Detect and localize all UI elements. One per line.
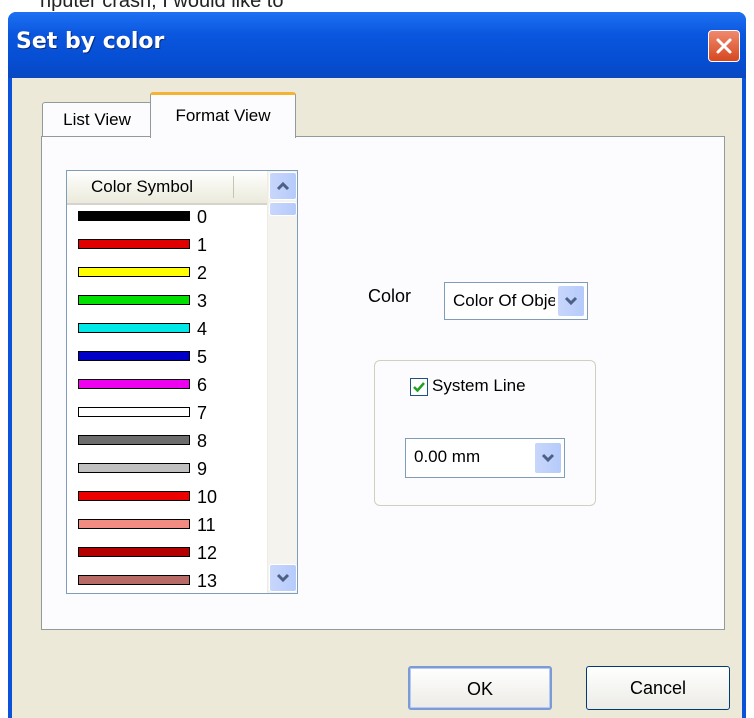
- list-item[interactable]: 13: [67, 569, 267, 593]
- color-index-label: 9: [197, 459, 208, 479]
- color-swatch: [78, 519, 190, 529]
- list-item[interactable]: 10: [67, 485, 267, 513]
- system-line-checkbox[interactable]: [410, 378, 428, 396]
- cancel-button[interactable]: Cancel: [586, 666, 730, 710]
- color-index-label: 1: [197, 235, 208, 255]
- line-width-value: 0.00 mm: [414, 447, 481, 466]
- list-item[interactable]: 12: [67, 541, 267, 569]
- color-dropdown-arrow[interactable]: [557, 285, 585, 317]
- color-index-label: 2: [197, 263, 208, 283]
- close-button[interactable]: [708, 30, 740, 62]
- color-index-label: 0: [197, 207, 208, 227]
- color-swatch: [78, 211, 190, 221]
- column-divider[interactable]: [233, 176, 234, 198]
- color-swatch: [78, 295, 190, 305]
- chevron-down-icon: [541, 453, 555, 463]
- color-index-label: 5: [197, 347, 208, 367]
- scroll-down-button[interactable]: [269, 564, 297, 592]
- color-swatch: [78, 323, 190, 333]
- chevron-up-icon: [276, 181, 290, 191]
- checkmark-icon: [413, 382, 425, 393]
- color-index-label: 8: [197, 431, 208, 451]
- tab-list-view[interactable]: List View: [42, 102, 152, 136]
- dialog-title: Set by color: [16, 29, 165, 54]
- background-strip: nputer crash, I would like to: [0, 0, 754, 12]
- color-swatch: [78, 491, 190, 501]
- color-swatch: [78, 435, 190, 445]
- color-swatch: [78, 239, 190, 249]
- column-header-label: Color Symbol: [91, 177, 194, 196]
- close-icon: [716, 38, 732, 54]
- color-swatch: [78, 379, 190, 389]
- color-swatch: [78, 267, 190, 277]
- color-index-label: 7: [197, 403, 208, 423]
- color-index-label: 6: [197, 375, 208, 395]
- scroll-up-button[interactable]: [269, 172, 297, 200]
- color-swatch: [78, 463, 190, 473]
- list-item[interactable]: 11: [67, 513, 267, 541]
- title-bar[interactable]: Set by color: [8, 12, 746, 78]
- chevron-down-icon: [276, 573, 290, 583]
- list-item[interactable]: 0: [67, 205, 267, 233]
- color-label: Color: [368, 286, 412, 306]
- list-item[interactable]: 9: [67, 457, 267, 485]
- list-item[interactable]: 6: [67, 373, 267, 401]
- color-symbol-list[interactable]: Color Symbol 0 1 2 3 4 5 6 7 8 9 10 11 12 13: [66, 170, 298, 594]
- list-item[interactable]: 4: [67, 317, 267, 345]
- color-swatch: [78, 547, 190, 557]
- list-item[interactable]: 5: [67, 345, 267, 373]
- color-index-label: 11: [197, 515, 216, 535]
- color-rows: 0 1 2 3 4 5 6 7 8 9 10 11 12 13: [67, 205, 267, 593]
- color-dropdown[interactable]: Color Of Object: [444, 282, 588, 320]
- color-symbol-column-header[interactable]: Color Symbol: [67, 171, 267, 205]
- dialog-window: Set by color List View Format View Color…: [8, 12, 746, 718]
- line-width-dropdown-arrow[interactable]: [534, 442, 562, 474]
- color-index-label: 13: [197, 571, 218, 591]
- color-dropdown-value: Color Of Object: [453, 291, 555, 310]
- list-item[interactable]: 2: [67, 261, 267, 289]
- list-item[interactable]: 1: [67, 233, 267, 261]
- list-item[interactable]: 7: [67, 401, 267, 429]
- color-index-label: 10: [197, 487, 218, 507]
- tab-format-view[interactable]: Format View: [150, 92, 296, 138]
- color-swatch: [78, 407, 190, 417]
- chevron-down-icon: [564, 296, 578, 306]
- color-index-label: 3: [197, 291, 208, 311]
- color-swatch: [78, 575, 190, 585]
- scroll-thumb[interactable]: [269, 202, 297, 216]
- list-scrollbar[interactable]: [267, 171, 297, 593]
- list-item[interactable]: 3: [67, 289, 267, 317]
- line-width-dropdown[interactable]: 0.00 mm: [405, 438, 565, 478]
- system-line-label[interactable]: System Line: [432, 376, 582, 396]
- color-index-label: 12: [197, 543, 218, 563]
- background-text: nputer crash, I would like to: [40, 0, 284, 12]
- list-item[interactable]: 8: [67, 429, 267, 457]
- color-swatch: [78, 351, 190, 361]
- ok-button[interactable]: OK: [408, 666, 552, 710]
- dialog-client-area: List View Format View Color Symbol 01234…: [12, 78, 742, 718]
- color-index-label: 4: [197, 319, 208, 339]
